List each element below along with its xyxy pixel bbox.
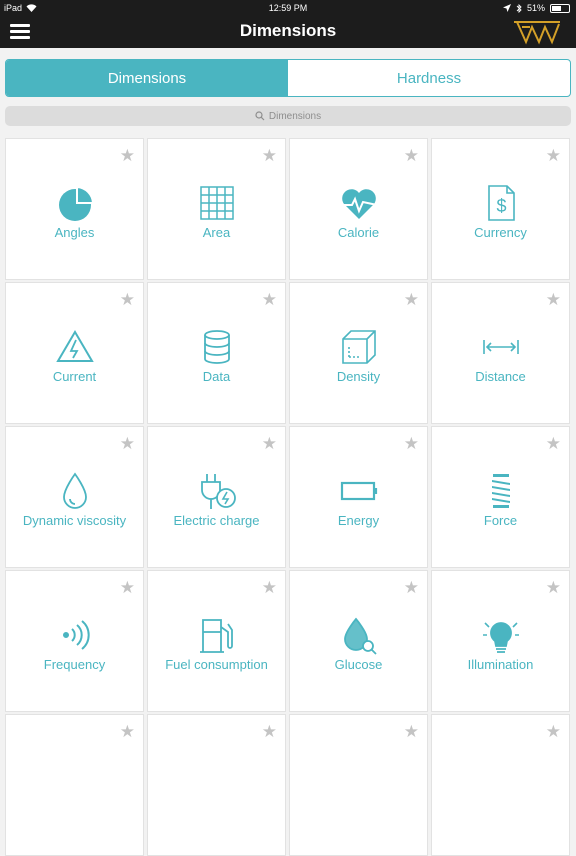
favorite-star-icon[interactable]: ★: [404, 723, 419, 740]
tab-hardness[interactable]: Hardness: [288, 60, 570, 96]
favorite-star-icon[interactable]: ★: [546, 723, 561, 740]
page-title: Dimensions: [239, 21, 337, 40]
favorite-star-icon[interactable]: ★: [262, 147, 277, 164]
unit-tile[interactable]: ★ Dynamic viscosity: [5, 426, 144, 568]
unit-tile[interactable]: ★: [431, 714, 570, 856]
unit-tile[interactable]: ★ Illumination: [431, 570, 570, 712]
partial-icon: [481, 759, 521, 799]
search-bar[interactable]: Dimensions: [5, 106, 571, 126]
unit-tile[interactable]: ★ Energy: [289, 426, 428, 568]
favorite-star-icon[interactable]: ★: [546, 435, 561, 452]
unit-tile[interactable]: ★ Currency: [431, 138, 570, 280]
favorite-star-icon[interactable]: ★: [262, 579, 277, 596]
unit-tile-label: Distance: [475, 369, 526, 384]
unit-tile[interactable]: ★ Area: [147, 138, 286, 280]
location-icon: [502, 4, 511, 12]
unit-tile-label: Data: [202, 369, 231, 384]
unit-tile-label: Density: [336, 369, 381, 384]
unit-tile-label: Illumination: [467, 657, 534, 672]
status-right: 51%: [502, 3, 570, 13]
battery-icon: [339, 471, 379, 511]
heart-pulse-icon: [339, 183, 379, 223]
partial-icon: [197, 759, 237, 799]
glucose-drop-icon: [339, 615, 379, 655]
unit-tile-label: Currency: [474, 225, 527, 240]
category-switch: Dimensions Hardness: [5, 59, 571, 97]
favorite-star-icon[interactable]: ★: [546, 147, 561, 164]
distance-arrows-icon: [481, 327, 521, 367]
unit-tile-label: Calorie: [337, 225, 380, 240]
unit-tile[interactable]: ★ Glucose: [289, 570, 428, 712]
favorite-star-icon[interactable]: ★: [404, 435, 419, 452]
favorite-star-icon[interactable]: ★: [404, 291, 419, 308]
battery-icon: [550, 3, 570, 13]
search-icon: [255, 111, 265, 121]
grid-icon: [197, 183, 237, 223]
partial-icon: [55, 759, 95, 799]
unit-tile-label: Electric charge: [173, 513, 260, 528]
battery-percent: 51%: [526, 3, 545, 13]
favorite-star-icon[interactable]: ★: [262, 291, 277, 308]
unit-tile[interactable]: ★: [147, 714, 286, 856]
unit-tile[interactable]: ★ Angles: [5, 138, 144, 280]
favorite-star-icon[interactable]: ★: [262, 435, 277, 452]
unit-tile[interactable]: ★ Density: [289, 282, 428, 424]
unit-tile[interactable]: ★ Calorie: [289, 138, 428, 280]
unit-tile-label: Area: [202, 225, 231, 240]
unit-tile[interactable]: ★ Electric charge: [147, 426, 286, 568]
nav-bar: Dimensions: [0, 16, 576, 48]
favorite-star-icon[interactable]: ★: [404, 147, 419, 164]
cube-icon: [339, 327, 379, 367]
high-voltage-icon: [55, 327, 95, 367]
favorite-star-icon[interactable]: ★: [262, 723, 277, 740]
unit-tile-label: Current: [52, 369, 97, 384]
unit-tile-label: Fuel consumption: [165, 657, 268, 672]
unit-tile-label: Glucose: [334, 657, 383, 672]
unit-tile[interactable]: ★ Data: [147, 282, 286, 424]
unit-tile[interactable]: ★ Current: [5, 282, 144, 424]
favorite-star-icon[interactable]: ★: [120, 291, 135, 308]
favorite-star-icon[interactable]: ★: [120, 723, 135, 740]
unit-tile[interactable]: ★: [5, 714, 144, 856]
tab-dimensions[interactable]: Dimensions: [6, 60, 288, 96]
light-bulb-icon: [481, 615, 521, 655]
database-icon: [197, 327, 237, 367]
search-placeholder: Dimensions: [268, 110, 322, 122]
app-logo[interactable]: [512, 19, 562, 45]
favorite-star-icon[interactable]: ★: [404, 579, 419, 596]
unit-tile[interactable]: ★ Distance: [431, 282, 570, 424]
plug-icon: [197, 471, 237, 511]
fuel-pump-icon: [197, 615, 237, 655]
waves-icon: [55, 615, 95, 655]
pie-chart-icon: [55, 183, 95, 223]
favorite-star-icon[interactable]: ★: [546, 291, 561, 308]
unit-tile[interactable]: ★ Fuel consumption: [147, 570, 286, 712]
drop-icon: [55, 471, 95, 511]
unit-tile-label: Dynamic viscosity: [22, 513, 127, 528]
dollar-document-icon: [481, 183, 521, 223]
favorite-star-icon[interactable]: ★: [120, 435, 135, 452]
unit-tile[interactable]: ★: [289, 714, 428, 856]
unit-tile-label: Energy: [337, 513, 380, 528]
bluetooth-icon: [516, 3, 522, 13]
unit-tile-label: Angles: [54, 225, 95, 240]
favorite-star-icon[interactable]: ★: [120, 147, 135, 164]
favorite-star-icon[interactable]: ★: [546, 579, 561, 596]
unit-tile-label: Frequency: [43, 657, 106, 672]
partial-icon: [339, 759, 379, 799]
status-bar: iPad 12:59 PM 51%: [0, 0, 576, 16]
status-time: 12:59 PM: [268, 3, 308, 13]
unit-tile[interactable]: ★ Frequency: [5, 570, 144, 712]
favorite-star-icon[interactable]: ★: [120, 579, 135, 596]
unit-tile[interactable]: ★ Force: [431, 426, 570, 568]
unit-tile-label: Force: [483, 513, 518, 528]
spring-icon: [481, 471, 521, 511]
